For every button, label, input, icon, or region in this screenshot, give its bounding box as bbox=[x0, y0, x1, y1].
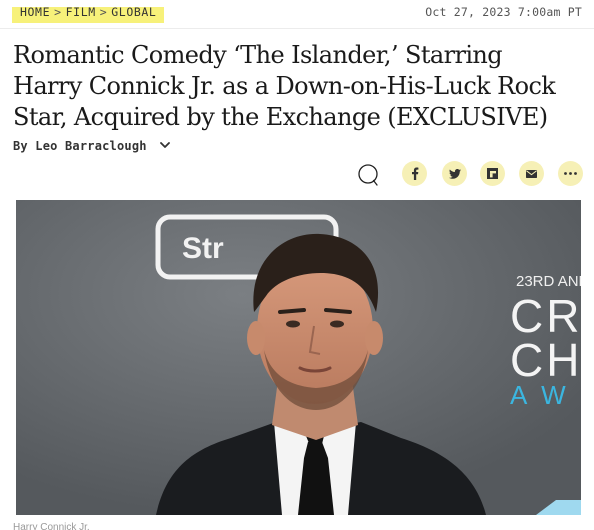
backdrop-awards-text: A W bbox=[510, 380, 570, 410]
backdrop-event-line: 23RD ANN bbox=[516, 273, 581, 290]
share-bar bbox=[0, 160, 594, 190]
facebook-share-button[interactable] bbox=[402, 161, 427, 186]
breadcrumb-film[interactable]: FILM bbox=[66, 5, 96, 19]
twitter-icon bbox=[448, 168, 461, 179]
byline: By Leo Barraclough bbox=[13, 139, 171, 153]
flipboard-icon bbox=[487, 168, 498, 179]
breadcrumb-separator: > bbox=[99, 5, 108, 19]
publish-timestamp: Oct 27, 2023 7:00am PT bbox=[425, 5, 582, 19]
breadcrumb-separator: > bbox=[54, 5, 62, 19]
chevron-down-icon[interactable] bbox=[160, 140, 171, 150]
comment-icon[interactable] bbox=[356, 162, 382, 188]
backdrop-logo-text: Str bbox=[182, 232, 224, 265]
hero-image[interactable]: Str 23RD ANN CR CH A W bbox=[16, 200, 581, 515]
author-link[interactable]: Leo Barraclough bbox=[35, 139, 146, 153]
breadcrumb-home[interactable]: HOME bbox=[20, 5, 50, 19]
divider bbox=[0, 28, 594, 29]
byline-prefix: By bbox=[13, 139, 28, 153]
facebook-icon bbox=[411, 167, 418, 180]
more-icon bbox=[564, 172, 577, 175]
hero-photo: Str 23RD ANN CR CH A W bbox=[16, 200, 581, 515]
image-caption: Harry Connick Jr. bbox=[13, 522, 90, 530]
breadcrumb-global[interactable]: GLOBAL bbox=[111, 5, 156, 19]
more-share-button[interactable] bbox=[558, 161, 583, 186]
twitter-share-button[interactable] bbox=[442, 161, 467, 186]
top-bar: HOME > FILM > GLOBAL Oct 27, 2023 7:00am PT bbox=[0, 0, 594, 28]
backdrop-big-text-2: CH bbox=[510, 334, 581, 386]
flipboard-share-button[interactable] bbox=[480, 161, 505, 186]
article-headline: Romantic Comedy ‘The Islander,’ Starring… bbox=[13, 41, 556, 131]
email-share-button[interactable] bbox=[519, 161, 544, 186]
breadcrumb: HOME > FILM > GLOBAL bbox=[12, 1, 165, 23]
email-icon bbox=[526, 169, 537, 178]
